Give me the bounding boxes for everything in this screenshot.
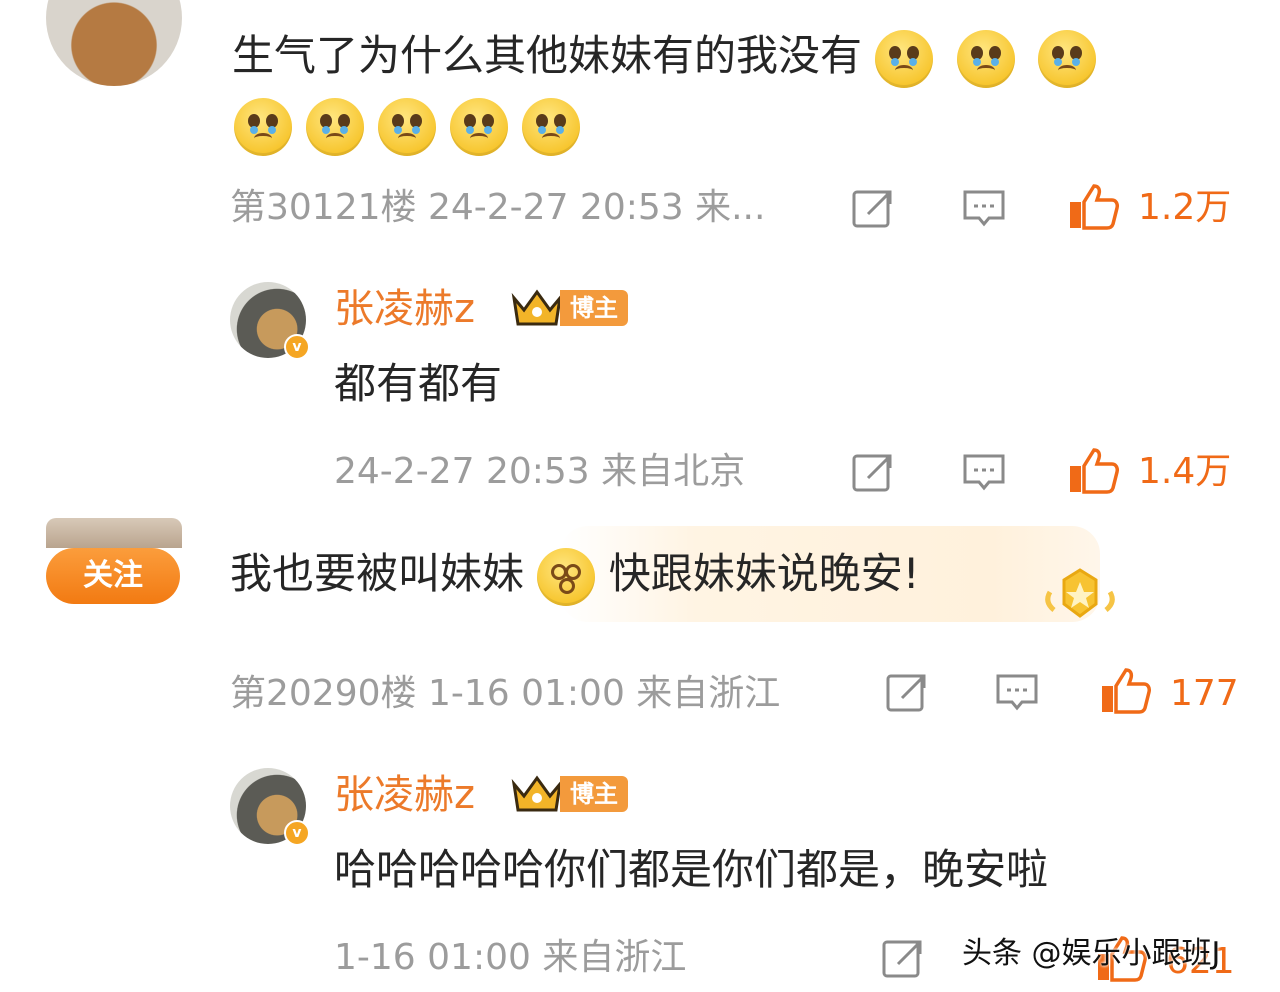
commenter-avatar[interactable] [46, 0, 182, 86]
crown-icon [511, 775, 563, 812]
reply-text: 都有都有 [334, 359, 503, 408]
comment-text: 生气了为什么其他妹妹有的我没有 [232, 28, 1097, 88]
blogger-badge: 博主 [510, 288, 628, 328]
emoji-row [234, 98, 580, 156]
like-icon[interactable] [1100, 666, 1152, 716]
crying-emoji [450, 98, 508, 156]
comment-meta: 第30121楼 24-2-27 20:53 来... [230, 187, 766, 228]
crying-emoji [306, 98, 364, 156]
comment-meta: 第20290楼 1-16 01:00 来自浙江 [230, 673, 781, 714]
share-icon[interactable] [850, 186, 896, 232]
reply-username[interactable]: 张凌赫z [334, 284, 475, 334]
blogger-badge: 博主 [510, 774, 628, 814]
reply-text: 哈哈哈哈哈你们都是你们都是，晚安啦 [334, 845, 1049, 894]
dizzy-emoji [537, 547, 596, 606]
reply-meta: 24-2-27 20:53 来自北京 [334, 451, 746, 492]
crying-emoji [956, 29, 1015, 88]
like-count: 1.4万 [1138, 451, 1232, 492]
verified-icon: v [284, 334, 310, 360]
share-icon[interactable] [884, 670, 930, 716]
crying-emoji [378, 98, 436, 156]
crown-icon [511, 289, 563, 326]
verified-icon: v [284, 820, 310, 846]
reply-username[interactable]: 张凌赫z [334, 770, 475, 820]
like-icon[interactable] [1068, 182, 1120, 232]
star-badge-icon [1045, 568, 1115, 618]
comment-icon[interactable] [961, 186, 1007, 232]
like-count: 1.2万 [1138, 187, 1232, 228]
comment-text: 我也要被叫妹妹 快跟妹妹说晚安! [230, 546, 920, 606]
follow-button[interactable]: 关注 [46, 548, 180, 604]
like-icon[interactable] [1068, 446, 1120, 496]
share-icon[interactable] [880, 936, 926, 982]
crying-emoji [234, 98, 292, 156]
crying-emoji [522, 98, 580, 156]
watermark: 头条 @娱乐小跟班J [962, 936, 1221, 971]
crying-emoji [875, 29, 934, 88]
share-icon[interactable] [850, 450, 896, 496]
crying-emoji [1038, 29, 1097, 88]
comment-icon[interactable] [961, 450, 1007, 496]
comment-icon[interactable] [994, 670, 1040, 716]
reply-meta: 1-16 01:00 来自浙江 [334, 937, 687, 978]
like-count: 177 [1170, 673, 1239, 714]
commenter-avatar[interactable] [46, 518, 182, 548]
